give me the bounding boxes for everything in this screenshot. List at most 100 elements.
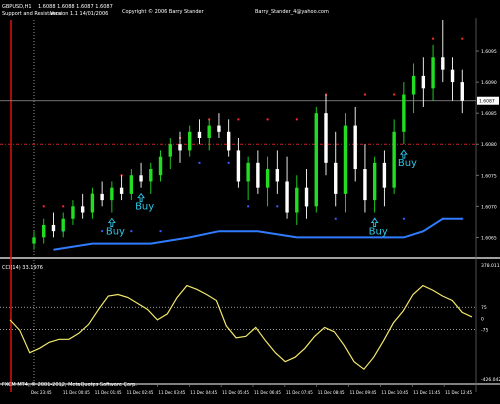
- candle-body: [32, 237, 36, 244]
- buy-signal: Buy: [369, 217, 388, 238]
- candle-body: [197, 131, 202, 138]
- candle: [80, 193, 85, 219]
- cci-tick-label: -426.0427: [481, 377, 500, 383]
- candle-body: [353, 125, 357, 170]
- resistance-dot: [432, 37, 435, 40]
- buy-signal-label: Buy: [135, 202, 154, 213]
- candle-body: [392, 131, 396, 188]
- candle-body: [285, 181, 289, 213]
- candle: [32, 231, 36, 250]
- candle: [71, 200, 75, 225]
- candle: [314, 106, 318, 213]
- candle-body: [207, 125, 211, 138]
- candle-body: [411, 75, 416, 95]
- candle-body: [450, 69, 455, 83]
- buy-arrow-icon: [399, 149, 408, 159]
- cci-tick-label: 0: [481, 316, 484, 322]
- candle: [178, 131, 182, 163]
- candle: [129, 169, 134, 201]
- cci-tick-label: 75: [481, 305, 487, 311]
- candle-body: [226, 131, 231, 151]
- chart-canvas[interactable]: Buy Buy Buy Buy 1.6095 1.6090 1.6085 1.6080 1.6…: [0, 0, 500, 400]
- candle-body: [421, 75, 426, 89]
- price-tick-label: 1.6080: [481, 142, 497, 148]
- candle: [343, 113, 348, 213]
- time-tick-label: 11 Dec 09:45: [350, 390, 377, 395]
- candle: [441, 20, 445, 83]
- candle-body: [314, 113, 318, 207]
- candle: [334, 131, 338, 207]
- candle-body: [149, 169, 153, 182]
- candle-body: [304, 187, 309, 207]
- current-price-label: 1.6087: [479, 99, 495, 105]
- candle: [353, 106, 357, 182]
- candle-body: [334, 162, 338, 194]
- candle: [42, 218, 46, 244]
- buy-signal-label: Buy: [106, 227, 125, 238]
- time-tick-label: 11 Dec 04:45: [190, 390, 217, 395]
- candle-body: [363, 169, 367, 201]
- candle-body: [217, 125, 221, 132]
- price-axis-layer: 1.6095 1.6090 1.6085 1.6080 1.6075 1.6070 1.60…: [476, 49, 499, 241]
- time-tick-label: 11 Dec 12:45: [445, 390, 472, 395]
- candle: [168, 138, 172, 170]
- candle-body: [158, 156, 163, 176]
- price-tick-label: 1.6095: [481, 49, 497, 55]
- candle: [324, 94, 328, 176]
- cci-pane: 378.0117 75 0 -75 -426.0427: [0, 263, 500, 383]
- candle-body: [265, 169, 270, 188]
- symbol-label: GBPUSD,H1: [2, 4, 32, 10]
- buy-signal-label: Buy: [369, 227, 388, 238]
- candle: [90, 187, 95, 219]
- candle: [61, 212, 65, 238]
- resistance-dot: [42, 205, 45, 208]
- time-tick-label: 11 Dec 06:45: [254, 390, 281, 395]
- candle: [304, 169, 309, 219]
- candle-body: [460, 82, 464, 101]
- cci-label: CCI(14) 33.1976: [2, 265, 43, 271]
- candle-body: [119, 187, 124, 194]
- candle: [372, 156, 377, 213]
- candle: [226, 119, 231, 157]
- candle: [119, 175, 124, 201]
- candle-body: [178, 144, 182, 151]
- candle: [265, 156, 270, 207]
- cci-line: [9, 284, 473, 371]
- candle: [246, 156, 250, 201]
- candle: [207, 119, 211, 151]
- price-tick-label: 1.6090: [481, 80, 497, 86]
- candle: [402, 82, 406, 145]
- price-tick-label: 1.6070: [481, 204, 497, 210]
- price-tick-label: 1.6085: [481, 111, 497, 117]
- resistance-dot: [363, 93, 366, 96]
- support-dot: [130, 230, 133, 233]
- resistance-dot: [266, 118, 269, 121]
- candles-layer: [32, 20, 464, 250]
- resistance-dot: [62, 205, 65, 208]
- candle: [382, 150, 387, 207]
- support-dot: [247, 205, 250, 208]
- support-dot: [334, 217, 337, 220]
- candle-body: [343, 125, 348, 194]
- cci-tick-label: -75: [481, 328, 488, 334]
- buy-signal: Buy: [398, 149, 417, 169]
- candle-body: [71, 206, 75, 219]
- support-dot: [198, 161, 201, 164]
- support-dot: [101, 230, 104, 233]
- candle: [275, 150, 280, 194]
- candle-body: [42, 224, 46, 238]
- candle-body: [441, 57, 445, 70]
- candle: [295, 175, 299, 225]
- email-label: Barry_Stander_4@yahoo.com: [255, 9, 329, 15]
- candle-body: [100, 193, 104, 201]
- candle: [100, 181, 104, 207]
- candle-body: [295, 187, 299, 213]
- candle-body: [110, 187, 114, 201]
- time-tick-label: 11 Dec 08:45: [318, 390, 345, 395]
- candle-body: [236, 150, 241, 182]
- support-dot: [402, 217, 405, 220]
- candle: [188, 125, 192, 157]
- resistance-dot: [237, 118, 240, 121]
- buy-signal: Buy: [106, 217, 125, 238]
- cci-tick-label: 378.0117: [481, 263, 500, 269]
